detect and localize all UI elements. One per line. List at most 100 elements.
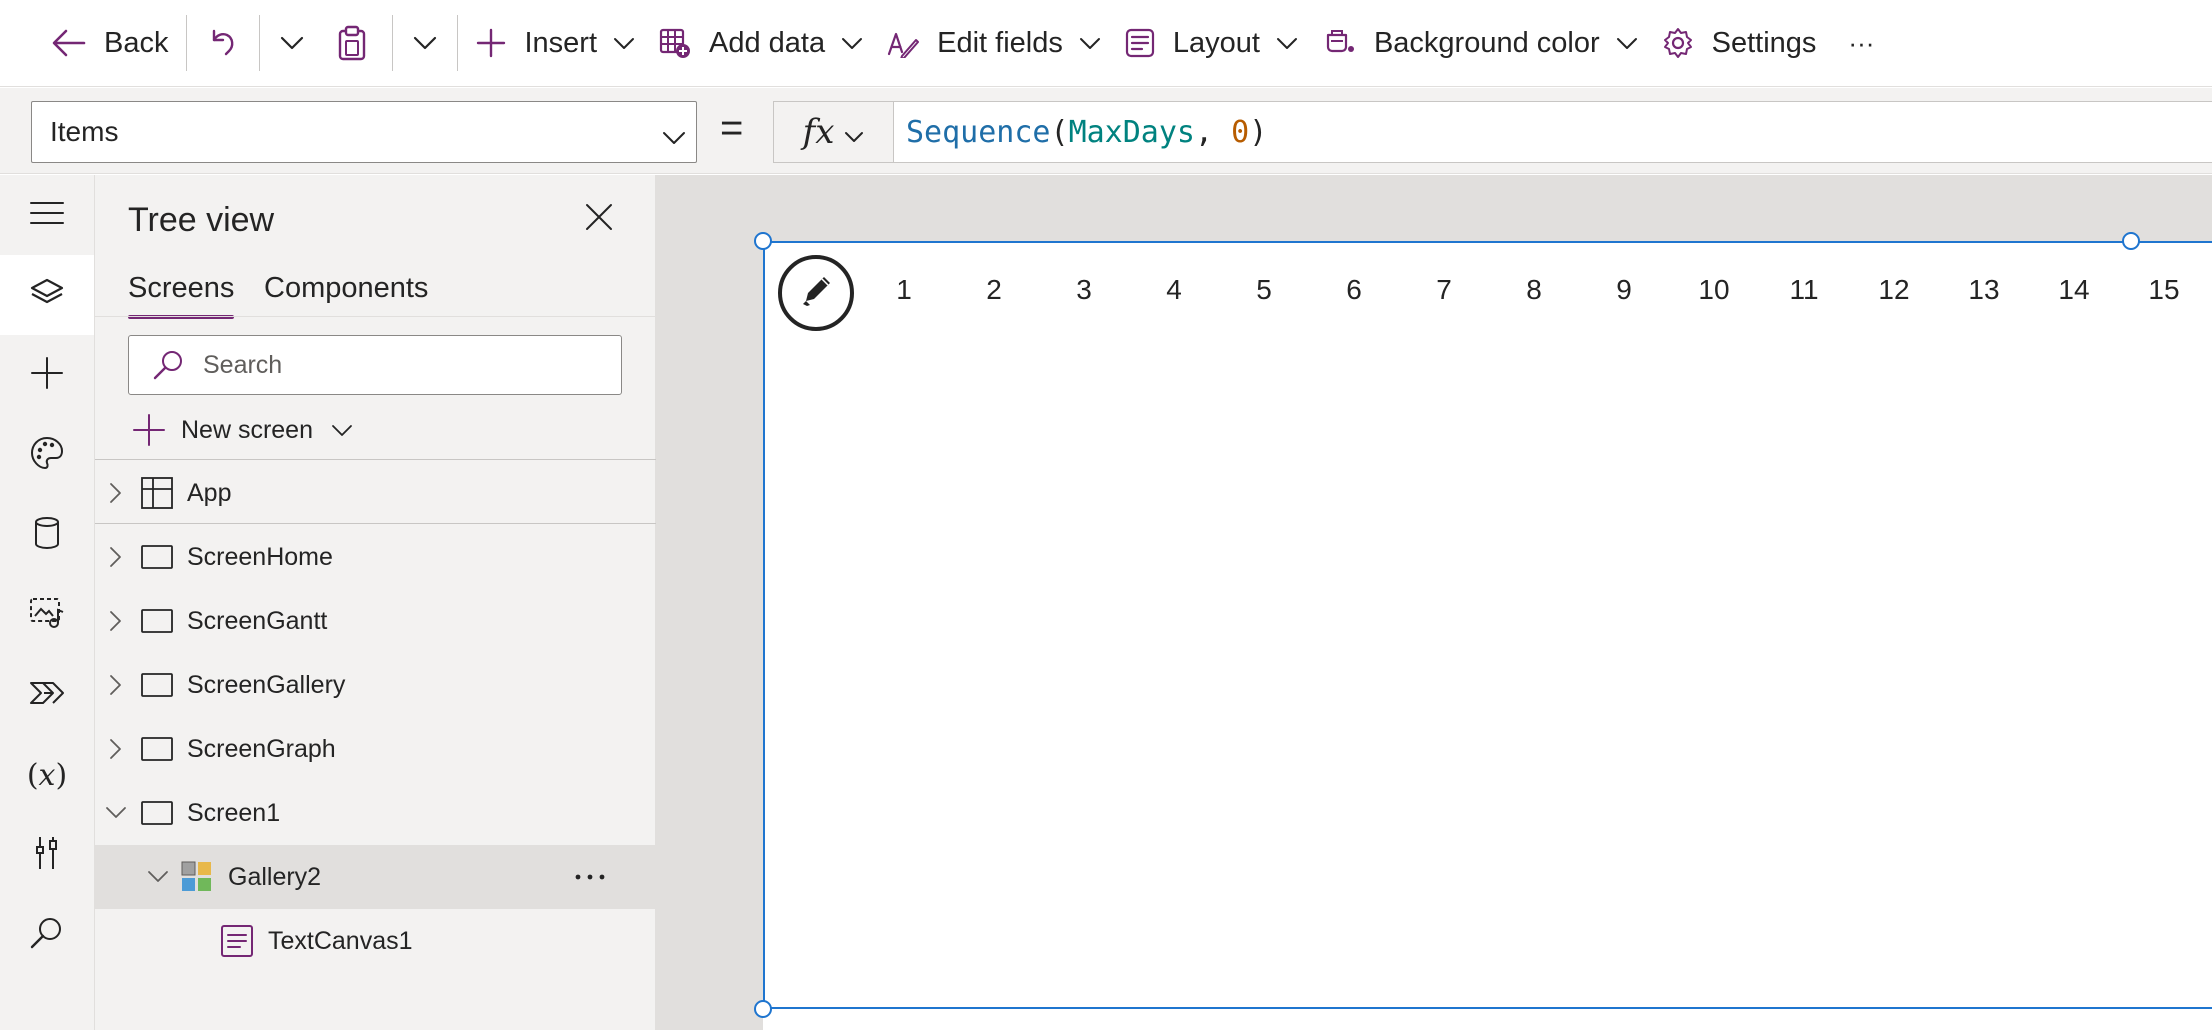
gallery-item-label: 8 <box>1526 274 1542 305</box>
insert-label: Insert <box>524 26 598 59</box>
hamburger-menu-button[interactable] <box>0 175 94 255</box>
power-automate-icon <box>29 678 65 713</box>
gallery-item-label: 2 <box>986 274 1002 305</box>
gear-icon <box>1662 27 1694 59</box>
paste-button[interactable] <box>318 13 386 73</box>
tools-icon <box>33 835 61 876</box>
formula-function: Sequence <box>906 114 1051 150</box>
tree-node-screen[interactable]: ScreenGraph <box>95 717 656 781</box>
tree-node-screen[interactable]: ScreenGantt <box>95 589 656 653</box>
tree-view-button[interactable] <box>0 255 94 335</box>
paste-dropdown-button[interactable] <box>399 13 451 73</box>
table-add-icon <box>659 27 691 59</box>
chevron-down-icon <box>331 424 353 437</box>
chevron-down-icon[interactable] <box>147 870 169 884</box>
chevron-down-icon <box>841 37 863 50</box>
edit-fields-button[interactable]: Edit fields <box>875 13 1113 73</box>
undo-button[interactable] <box>193 13 253 73</box>
tree-node-screen[interactable]: ScreenHome <box>95 525 656 589</box>
hamburger-icon <box>30 201 64 230</box>
tree-node-gallery[interactable]: Gallery2 <box>95 845 656 909</box>
database-icon <box>34 516 60 555</box>
layout-icon <box>1125 28 1155 58</box>
new-screen-button[interactable]: New screen <box>133 407 353 453</box>
text-label-icon <box>221 925 253 957</box>
resize-handle-left[interactable] <box>754 1000 772 1018</box>
divider <box>95 459 656 460</box>
chevron-down-icon <box>1616 37 1638 50</box>
tree-node-app[interactable]: App <box>95 461 656 525</box>
advanced-tools-button[interactable] <box>0 815 94 895</box>
chevron-right-icon[interactable] <box>109 482 123 504</box>
back-label: Back <box>104 26 169 59</box>
clipboard-icon <box>336 25 368 61</box>
chevron-down-icon[interactable] <box>105 806 127 820</box>
tab-components[interactable]: Components <box>264 272 428 305</box>
pencil-icon <box>796 271 836 316</box>
chevron-right-icon[interactable] <box>109 738 123 760</box>
add-data-button[interactable]: Add data <box>647 13 875 73</box>
chevron-down-icon <box>280 36 304 50</box>
command-bar: Back Insert Add data Edit fields Layout … <box>0 0 2212 87</box>
tree-node-label: App <box>187 478 232 507</box>
plus-icon <box>476 28 506 58</box>
more-options-button[interactable] <box>573 859 607 902</box>
gallery-item-label: 11 <box>1789 274 1819 305</box>
insert-button[interactable]: Insert <box>464 13 647 73</box>
screen-icon <box>141 673 173 697</box>
tree-node-label: ScreenGallery <box>187 670 346 699</box>
close-icon <box>585 204 613 235</box>
media-button[interactable] <box>0 575 94 655</box>
back-button[interactable]: Back <box>40 13 180 73</box>
more-icon: ··· <box>1848 27 1875 58</box>
property-dropdown[interactable]: Items <box>31 101 697 163</box>
insert-pane-button[interactable] <box>0 335 94 415</box>
tab-screens[interactable]: Screens <box>128 272 235 319</box>
gallery-icon <box>181 861 213 893</box>
gallery-item-label: 1 <box>896 274 912 305</box>
variables-button[interactable]: (𝑥) <box>0 735 94 815</box>
screen-icon <box>141 801 173 825</box>
gallery-selection-frame[interactable] <box>763 241 2212 1009</box>
tree-node-screen[interactable]: ScreenGallery <box>95 653 656 717</box>
tree-node-text[interactable]: TextCanvas1 <box>95 909 656 973</box>
tab-label: Screens <box>128 272 235 304</box>
undo-dropdown-button[interactable] <box>266 13 318 73</box>
resize-handle-top-left[interactable] <box>754 232 772 250</box>
screen-icon <box>141 545 173 569</box>
layout-button[interactable]: Layout <box>1113 13 1310 73</box>
edit-fields-label: Edit fields <box>937 26 1063 59</box>
settings-label: Settings <box>1711 26 1817 59</box>
property-value: Items <box>50 116 119 147</box>
resize-handle-top[interactable] <box>2122 232 2140 250</box>
tree-node-screen[interactable]: Screen1 <box>95 781 656 845</box>
close-panel-button[interactable] <box>585 203 613 236</box>
variables-icon: (𝑥) <box>26 757 68 793</box>
search-placeholder: Search <box>203 350 283 379</box>
tabs-divider <box>95 316 656 317</box>
chevron-down-icon <box>413 36 437 50</box>
power-automate-button[interactable] <box>0 655 94 735</box>
data-button[interactable] <box>0 495 94 575</box>
edit-gallery-button[interactable] <box>778 255 854 331</box>
chevron-right-icon[interactable] <box>109 610 123 632</box>
arrow-left-icon <box>52 28 86 58</box>
panel-title: Tree view <box>128 201 275 239</box>
more-commands-button[interactable]: ··· <box>1828 13 1894 73</box>
add-data-label: Add data <box>709 26 826 59</box>
fx-button[interactable]: fx <box>773 101 893 163</box>
chevron-right-icon[interactable] <box>109 674 123 696</box>
themes-button[interactable] <box>0 415 94 495</box>
toolbar-divider <box>259 15 261 71</box>
settings-button[interactable]: Settings <box>1650 13 1829 73</box>
formula-input[interactable]: Sequence(MaxDays, 0) <box>893 101 2212 163</box>
search-pane-button[interactable] <box>0 895 94 975</box>
design-canvas[interactable]: 1 2 3 4 5 6 7 8 9 10 11 12 13 14 15 <box>656 175 2212 1030</box>
gallery-item-label: 9 <box>1616 274 1632 305</box>
chevron-right-icon[interactable] <box>109 546 123 568</box>
background-color-button[interactable]: Background color <box>1310 13 1650 73</box>
gallery-item-label: 4 <box>1166 274 1182 305</box>
formula-paren-close: ) <box>1249 114 1268 150</box>
screen-icon <box>141 737 173 761</box>
search-input[interactable]: Search <box>128 335 622 395</box>
